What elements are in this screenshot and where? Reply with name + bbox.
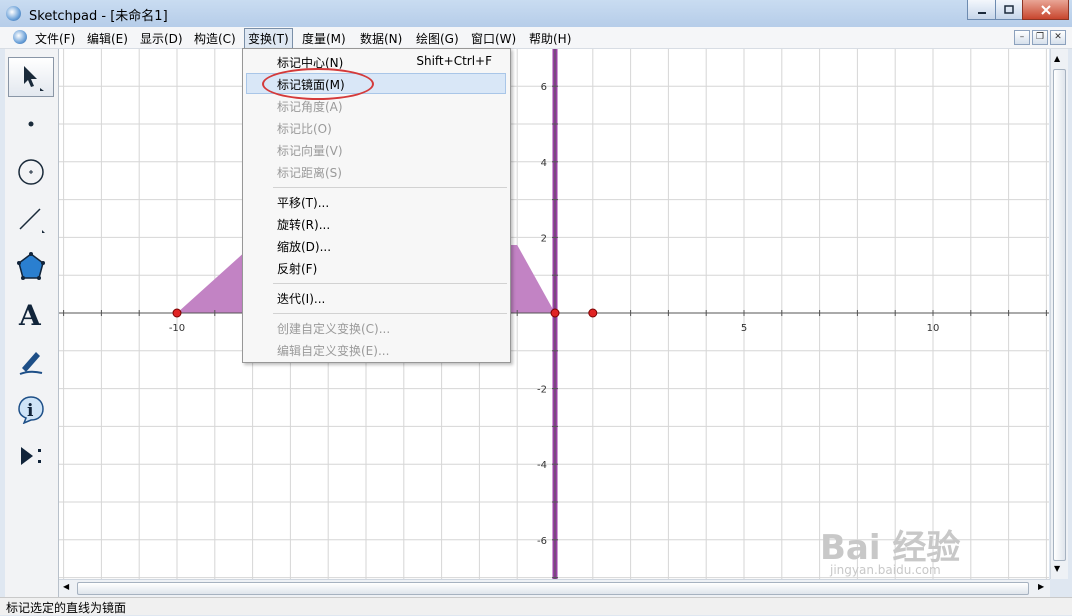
- custom-tools-icon: [21, 447, 41, 465]
- x-tick-label: 5: [741, 323, 747, 334]
- polygon-icon: [17, 252, 45, 280]
- maximize-button[interactable]: [995, 0, 1023, 20]
- coordinate-graph[interactable]: -10 5 10 6 4 2 -2 -4 -6: [59, 47, 1049, 579]
- y-tick-label: -6: [537, 536, 547, 547]
- arrow-tool[interactable]: [8, 57, 54, 97]
- polygon-tool[interactable]: [8, 247, 54, 287]
- toolbox: A i: [5, 49, 59, 597]
- menu-item-mark-vector: 标记向量(V): [277, 144, 343, 158]
- mdi-close-button[interactable]: ✕: [1050, 30, 1066, 45]
- information-icon: i: [18, 396, 44, 424]
- x-tick-label: -10: [169, 323, 185, 334]
- sketch-canvas[interactable]: -10 5 10 6 4 2 -2 -4 -6: [59, 47, 1049, 579]
- horizontal-scroll-thumb[interactable]: [77, 582, 1029, 595]
- information-tool[interactable]: i: [8, 389, 54, 429]
- minimize-button[interactable]: [967, 0, 996, 20]
- close-icon: [1040, 4, 1051, 15]
- status-text: 标记选定的直线为镜面: [6, 601, 127, 615]
- y-tick-label: -4: [537, 460, 547, 471]
- menu-file[interactable]: 文件(F): [35, 30, 75, 47]
- marker-pen-icon: [19, 352, 43, 375]
- scroll-right-arrow[interactable]: ▶: [1038, 582, 1044, 591]
- menu-graph[interactable]: 绘图(G): [416, 30, 459, 47]
- menu-item-translate[interactable]: 平移(T)...: [277, 194, 329, 211]
- y-tick-label: 4: [541, 158, 547, 169]
- y-tick-label: 6: [541, 82, 547, 93]
- mdi-minimize-button[interactable]: –: [1014, 30, 1030, 45]
- close-button[interactable]: [1022, 0, 1069, 20]
- menu-help[interactable]: 帮助(H): [529, 30, 571, 47]
- menu-item-mark-distance: 标记距离(S): [277, 166, 342, 180]
- mark-center-shortcut: Shift+Ctrl+F: [416, 54, 492, 68]
- status-bar: 标记选定的直线为镜面: [0, 597, 1072, 615]
- menu-number[interactable]: 数据(N): [360, 30, 402, 47]
- graph-point: [588, 308, 598, 318]
- point-icon: [28, 121, 34, 127]
- watermark-logo: Bai 经验: [820, 528, 961, 568]
- horizontal-scrollbar[interactable]: ◀ ▶: [59, 579, 1050, 597]
- compass-tool[interactable]: [8, 152, 54, 192]
- scroll-up-arrow[interactable]: ▲: [1054, 54, 1060, 63]
- svg-text:A: A: [18, 299, 42, 329]
- maximize-icon: [1004, 4, 1014, 14]
- menu-bar: 文件(F) 编辑(E) 显示(D) 构造(C) 变换(T) 度量(M) 数据(N…: [0, 27, 1072, 49]
- window-title: Sketchpad - [未命名1]: [29, 9, 168, 24]
- text-icon: A: [18, 299, 42, 329]
- y-tick-label: 2: [541, 233, 547, 244]
- menu-separator: [273, 283, 507, 284]
- svg-text:i: i: [27, 401, 34, 421]
- document-icon[interactable]: [13, 30, 27, 44]
- menu-item-iterate[interactable]: 迭代(I)...: [277, 290, 325, 307]
- y-tick-label: -2: [537, 385, 547, 396]
- menu-separator: [273, 187, 507, 188]
- menu-measure[interactable]: 度量(M): [302, 30, 346, 47]
- menu-item-mark-ratio: 标记比(O): [277, 122, 332, 136]
- menu-item-edit-custom-transform: 编辑自定义变换(E)...: [277, 344, 390, 358]
- mdi-restore-button[interactable]: ❐: [1032, 30, 1048, 45]
- custom-tool[interactable]: [8, 436, 54, 476]
- menu-item-mark-angle: 标记角度(A): [277, 100, 343, 114]
- x-tick-label: 10: [927, 323, 940, 334]
- scroll-down-arrow[interactable]: ▼: [1054, 564, 1060, 573]
- menu-separator: [273, 313, 507, 314]
- menu-item-rotate[interactable]: 旋转(R)...: [277, 216, 330, 233]
- menu-edit[interactable]: 编辑(E): [87, 30, 128, 47]
- watermark-url: jingyan.baidu.com: [830, 563, 941, 577]
- minimize-icon: [977, 11, 986, 14]
- menu-item-dilate[interactable]: 缩放(D)...: [277, 238, 331, 255]
- menu-display[interactable]: 显示(D): [140, 30, 183, 47]
- compass-icon: [18, 159, 44, 185]
- graph-point: [550, 308, 560, 318]
- vertical-scroll-thumb[interactable]: [1053, 69, 1066, 561]
- menu-construct[interactable]: 构造(C): [194, 30, 236, 47]
- menu-item-reflect[interactable]: 反射(F): [277, 260, 317, 277]
- menu-item-create-custom-transform: 创建自定义变换(C)...: [277, 322, 391, 336]
- text-tool[interactable]: A: [8, 294, 54, 334]
- vertical-scrollbar[interactable]: ▲ ▼: [1050, 49, 1068, 579]
- title-bar: Sketchpad - [未命名1]: [0, 0, 1072, 27]
- graph-point: [172, 308, 182, 318]
- menu-window[interactable]: 窗口(W): [471, 30, 516, 47]
- scroll-left-arrow[interactable]: ◀: [63, 582, 69, 591]
- arrow-icon: [24, 66, 44, 91]
- annotation-ellipse: [262, 68, 374, 100]
- menu-transform[interactable]: 变换(T): [244, 28, 293, 49]
- sketchpad-app-icon[interactable]: [6, 6, 21, 21]
- point-tool[interactable]: [8, 104, 54, 144]
- marker-tool[interactable]: [8, 341, 54, 381]
- straightedge-tool[interactable]: [8, 199, 54, 239]
- line-segment-icon: [19, 208, 45, 233]
